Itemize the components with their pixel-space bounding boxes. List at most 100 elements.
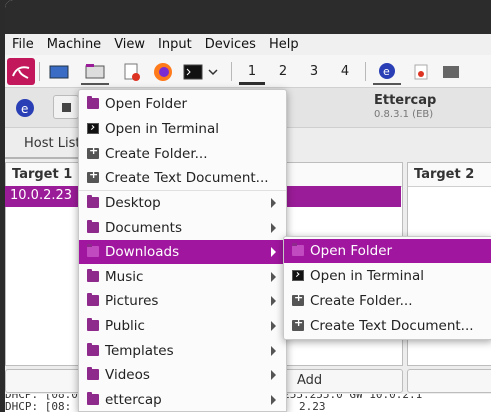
folder-icon <box>87 195 99 208</box>
workspace-3[interactable]: 3 <box>301 58 327 85</box>
log-line: DHCP: [08: <box>5 400 72 412</box>
terminal-icon <box>292 270 304 281</box>
menu-item-open-terminal[interactable]: Open in Terminal <box>79 117 286 141</box>
folder-icon <box>87 367 99 380</box>
menu-machine[interactable]: Machine <box>47 37 101 52</box>
menu-item-create-document[interactable]: Create Text Document... <box>79 166 286 190</box>
menu-file[interactable]: File <box>12 37 34 52</box>
menu-item-open-folder[interactable]: Open Folder <box>79 92 286 116</box>
menu-view[interactable]: View <box>114 37 145 52</box>
chevron-down-icon <box>208 68 218 75</box>
submenu-arrow-icon <box>271 247 276 257</box>
file-manager-icon <box>85 63 105 78</box>
submenu-arrow-icon <box>271 198 276 208</box>
panel-separator <box>365 62 366 81</box>
submenu-arrow-icon <box>271 272 276 282</box>
terminal-dropdown-button[interactable] <box>205 58 221 85</box>
menu-item-public[interactable]: Public <box>79 314 286 338</box>
terminal-icon <box>87 123 99 134</box>
folder-icon <box>292 243 304 256</box>
submenu-arrow-icon <box>271 346 276 356</box>
file-manager-button[interactable] <box>81 58 109 85</box>
ettercap-task-button[interactable]: e <box>373 58 401 85</box>
folder-icon <box>87 293 99 306</box>
create-document-icon <box>87 168 99 183</box>
menu-item-label: Desktop <box>105 195 161 211</box>
downloads-submenu: Open Folder Open in Terminal Create Fold… <box>283 236 491 340</box>
places-menu: Open Folder Open in Terminal Create Fold… <box>78 89 287 412</box>
submenu-arrow-icon <box>271 321 276 331</box>
create-folder-icon <box>292 291 304 306</box>
menu-item-desktop[interactable]: Desktop <box>79 191 286 215</box>
vm-menubar: File Machine View Input Devices Help <box>5 34 491 55</box>
menu-item-label: Open Folder <box>310 243 393 259</box>
create-folder-icon <box>87 144 99 159</box>
app-title: Ettercap <box>374 93 437 108</box>
folder-icon <box>87 244 99 257</box>
menu-item-videos[interactable]: Videos <box>79 363 286 387</box>
ettercap-window-task-button[interactable] <box>407 58 435 85</box>
tab-label: Host List <box>24 136 81 151</box>
menu-item-create-folder[interactable]: Create Folder... <box>79 142 286 166</box>
target2-header: Target 2 <box>408 163 491 187</box>
menu-item-label: Create Folder... <box>105 146 208 162</box>
stop-icon <box>62 103 71 112</box>
menu-item-label: Open in Terminal <box>105 121 219 137</box>
workspace-2[interactable]: 2 <box>270 58 296 85</box>
show-desktop-button[interactable] <box>45 58 73 85</box>
menu-item-label: Create Text Document... <box>310 318 474 334</box>
menu-item-label: Downloads <box>105 244 180 260</box>
menu-item-label: Open in Terminal <box>310 268 424 284</box>
menu-item-label: Open Folder <box>105 96 188 112</box>
stop-button[interactable] <box>53 95 79 119</box>
menu-item-label: Videos <box>105 367 150 383</box>
menu-input[interactable]: Input <box>158 37 192 52</box>
menu-devices[interactable]: Devices <box>205 37 256 52</box>
submenu-item-open-folder[interactable]: Open Folder <box>284 239 491 263</box>
submenu-arrow-icon <box>271 223 276 233</box>
menu-item-label: Music <box>105 269 144 285</box>
menu-item-pictures[interactable]: Pictures <box>79 289 286 313</box>
submenu-item-create-document[interactable]: Create Text Document... <box>284 314 491 338</box>
submenu-item-create-folder[interactable]: Create Folder... <box>284 289 491 313</box>
menu-item-label: ettercap <box>105 392 162 408</box>
app-version: 0.8.3.1 (EB) <box>374 109 434 120</box>
terminal-button[interactable] <box>181 58 205 85</box>
ettercap-window-icon <box>414 64 428 79</box>
target2-button-bar <box>407 369 491 393</box>
menu-item-ettercap[interactable]: ettercap <box>79 388 286 412</box>
workspace-4[interactable]: 4 <box>332 58 358 85</box>
terminal-icon <box>183 64 203 79</box>
terminal-window-icon <box>443 65 459 78</box>
kali-panel: 1 2 3 4 e <box>5 55 491 88</box>
submenu-arrow-icon <box>271 296 276 306</box>
log-line-tail: 2.23 <box>299 400 326 412</box>
text-editor-button[interactable] <box>117 58 145 85</box>
submenu-arrow-icon <box>271 395 276 405</box>
menu-item-label: Templates <box>105 343 174 359</box>
menu-item-templates[interactable]: Templates <box>79 339 286 363</box>
menu-item-music[interactable]: Music <box>79 265 286 289</box>
kali-menu-button[interactable] <box>7 58 35 85</box>
folder-icon <box>87 343 99 356</box>
panel-separator <box>39 62 40 81</box>
folder-icon <box>87 96 99 109</box>
desktop-icon <box>49 65 69 78</box>
folder-icon <box>87 220 99 233</box>
workspace-1[interactable]: 1 <box>239 58 265 85</box>
panel-separator <box>231 62 232 81</box>
terminal-window-task-button[interactable] <box>437 58 465 85</box>
menu-item-documents[interactable]: Documents <box>79 216 286 240</box>
submenu-item-open-terminal[interactable]: Open in Terminal <box>284 264 491 288</box>
submenu-arrow-icon <box>271 370 276 380</box>
folder-icon <box>87 392 99 405</box>
menu-help[interactable]: Help <box>269 37 299 52</box>
menu-item-downloads[interactable]: Downloads <box>79 240 286 264</box>
menu-item-label: Public <box>105 318 145 334</box>
folder-icon <box>87 318 99 331</box>
firefox-button[interactable] <box>149 58 177 85</box>
folder-icon <box>87 269 99 282</box>
add-button[interactable]: Add <box>297 373 322 388</box>
menu-item-label: Documents <box>105 220 182 236</box>
target1-ip: 10.0.2.23 <box>10 188 73 203</box>
